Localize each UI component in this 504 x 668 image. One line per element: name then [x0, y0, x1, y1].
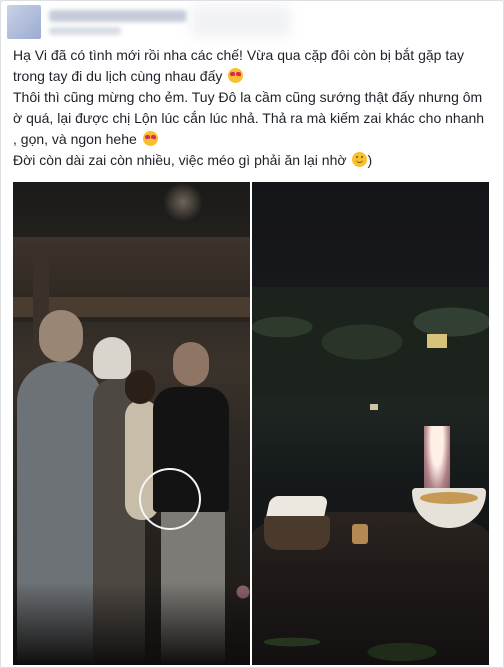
person-cap-head: [93, 337, 131, 379]
person-glasses-head: [173, 342, 209, 386]
post-text-line: trong tay đi du lịch cùng nhau đấy: [13, 66, 497, 87]
table-lamp: [424, 426, 450, 496]
post-text-line: Đời còn dài zai còn nhiều, việc méo gì p…: [13, 152, 373, 168]
lit-window: [427, 334, 447, 348]
post-card: … Hạ Vi đã có tình mới rồi nha các chế! …: [0, 0, 504, 668]
lit-window: [370, 404, 378, 410]
person-woman-head: [125, 370, 155, 404]
plants: [252, 612, 489, 665]
ground-shadow: [13, 582, 250, 665]
avatar[interactable]: [7, 5, 41, 39]
hand-highlight-circle: [139, 468, 201, 530]
post-text-line: Thôi thì cũng mừng cho ẻm. Tuy Đô la cầm…: [13, 89, 483, 105]
bread-basket: [264, 516, 330, 550]
person-grey-shirt-head: [39, 310, 83, 362]
author-name-redacted[interactable]: [49, 10, 187, 22]
post-text-line: ờ quá, lại được chị Lộn lúc cắn lúc nhả.…: [13, 110, 485, 126]
post-text-line: Hạ Vi đã có tình mới rồi nha các chế! Vừ…: [13, 47, 465, 63]
ceiling-light: [163, 182, 203, 222]
post-header: …: [1, 1, 503, 43]
left-photo-couple-street[interactable]: [13, 182, 250, 665]
right-photo-night-dinner-table[interactable]: [252, 182, 489, 665]
post-text-line: , gọn, và ngon hehe: [13, 129, 497, 150]
smile-emoji-icon: [352, 152, 368, 167]
post-text: Hạ Vi đã có tình mới rồi nha các chế! Vừ…: [13, 45, 497, 171]
drink-glass: [352, 524, 368, 544]
heart-eyes-emoji-icon: [142, 131, 158, 146]
trees: [252, 287, 489, 397]
post-meta-redacted: [49, 27, 121, 35]
soup: [420, 492, 478, 504]
header-redaction: [191, 5, 291, 37]
heart-eyes-emoji-icon: [228, 68, 244, 83]
